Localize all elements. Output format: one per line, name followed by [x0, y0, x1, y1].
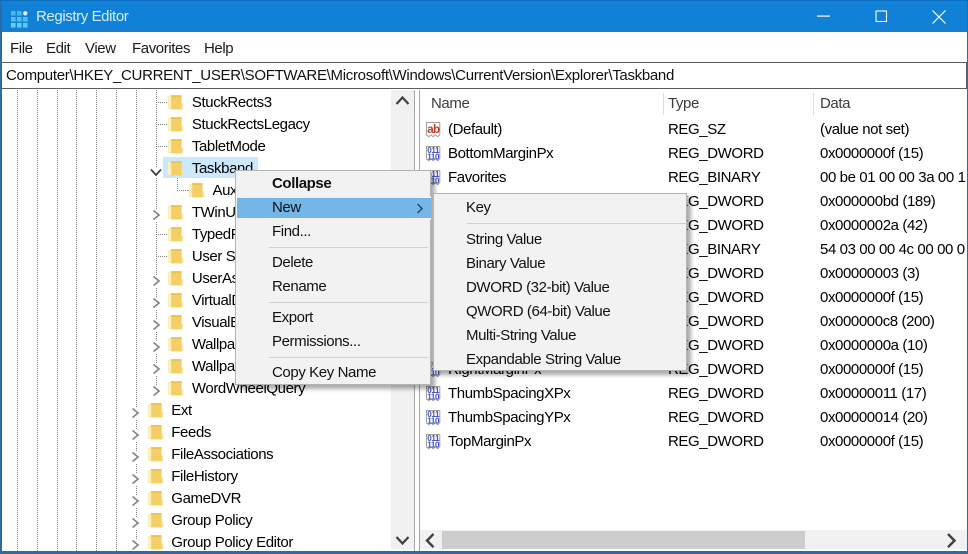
svg-text:110: 110 — [427, 392, 440, 401]
svg-text:ab: ab — [427, 124, 440, 136]
svg-text:110: 110 — [427, 440, 440, 449]
svg-text:110: 110 — [427, 416, 440, 425]
svg-text:110: 110 — [427, 152, 440, 161]
